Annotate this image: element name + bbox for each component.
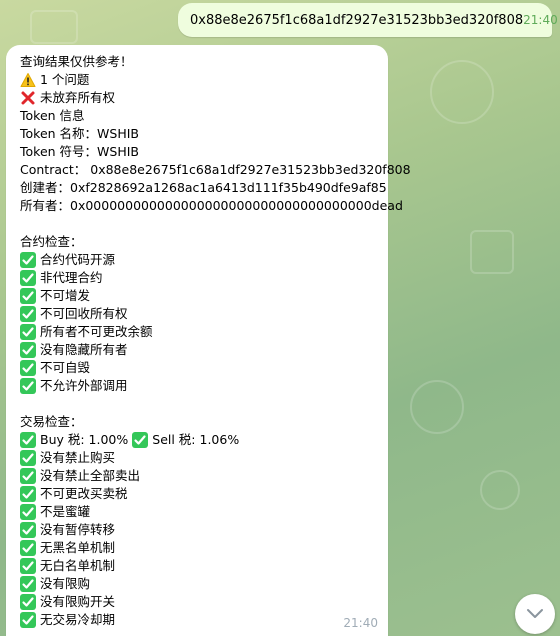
check-icon bbox=[20, 324, 36, 340]
check-icon bbox=[20, 432, 36, 448]
outgoing-message-text: 0x88e8e2675f1c68a1df2927e31523bb3ed320f8… bbox=[190, 12, 524, 28]
background-doodle bbox=[30, 10, 78, 44]
message-line-text: 不可自毁 bbox=[40, 360, 91, 375]
message-line: 没有禁止购买 bbox=[20, 449, 376, 467]
incoming-message[interactable]: 查询结果仅供参考！ 1 个问题未放弃所有权 Token 信息 Token 名称：WSH… bbox=[6, 45, 411, 636]
message-line-text: 不是蜜罐 bbox=[40, 504, 91, 519]
message-line: 无黑名单机制 bbox=[20, 539, 376, 557]
message-line-text: 无交易冷却期 bbox=[40, 612, 116, 627]
message-line: 非代理合约 bbox=[20, 269, 376, 287]
check-icon bbox=[20, 594, 36, 610]
message-line: 不允许外部调用 bbox=[20, 377, 376, 395]
check-icon bbox=[20, 576, 36, 592]
message-line-text: 查询结果仅供参考！ bbox=[20, 54, 133, 69]
message-line-text: 不可更改买卖税 bbox=[40, 486, 128, 501]
outgoing-message[interactable]: 0x88e8e2675f1c68a1df2927e31523bb3ed320f8… bbox=[178, 3, 558, 37]
message-line: 所有者：0x0000000000000000000000000000000000… bbox=[20, 197, 403, 215]
message-line: 所有者不可更改余额 bbox=[20, 323, 376, 341]
message-line: 不可更改买卖税 bbox=[20, 485, 376, 503]
message-line-text: 无白名单机制 bbox=[40, 558, 116, 573]
message-line-text: 未放弃所有权 bbox=[40, 90, 116, 105]
message-line-text: 没有禁止购买 bbox=[40, 450, 116, 465]
outgoing-message-meta: 21:40 bbox=[523, 13, 560, 27]
message-line: Contract： 0x88e8e2675f1c68a1df2927e31523… bbox=[20, 161, 411, 179]
check-icon bbox=[20, 450, 36, 466]
message-line: 不可回收所有权 bbox=[20, 305, 376, 323]
check-icon bbox=[20, 522, 36, 538]
chevron-down-icon bbox=[527, 609, 543, 618]
message-line-text: 1 个问题 bbox=[40, 72, 90, 87]
cross-icon bbox=[20, 90, 36, 106]
message-line: 不是蜜罐 bbox=[20, 503, 376, 521]
message-line-text: Token 名称：WSHIB bbox=[20, 126, 139, 141]
message-line: 无白名单机制 bbox=[20, 557, 376, 575]
message-line-text: 非代理合约 bbox=[40, 270, 103, 285]
message-line-text: 所有者：0x0000000000000000000000000000000000… bbox=[20, 198, 403, 213]
message-line: 合约检查： bbox=[20, 233, 376, 251]
scroll-to-bottom-button[interactable] bbox=[515, 594, 555, 634]
message-line bbox=[20, 215, 376, 233]
message-line: 不可自毁 bbox=[20, 359, 376, 377]
message-line-text: Token 信息 bbox=[20, 108, 85, 123]
warning-icon bbox=[20, 72, 36, 88]
incoming-message-time: 21:40 bbox=[343, 616, 378, 630]
message-line: 交易检查： bbox=[20, 413, 376, 431]
message-line: Buy 税: 1.00% Sell 税: 1.06% bbox=[20, 431, 376, 449]
message-line-text: 合约代码开源 bbox=[40, 252, 116, 267]
check-icon bbox=[20, 270, 36, 286]
message-line-text: 合约检查： bbox=[20, 234, 83, 249]
message-line-text: Contract： 0x88e8e2675f1c68a1df2927e31523… bbox=[20, 162, 411, 177]
message-line-text: 交易检查： bbox=[20, 414, 83, 429]
message-line-text: 没有限购开关 bbox=[40, 594, 116, 609]
message-line: 没有隐藏所有者 bbox=[20, 341, 376, 359]
check-icon bbox=[20, 360, 36, 376]
check-icon bbox=[20, 342, 36, 358]
message-line: 没有禁止全部卖出 bbox=[20, 467, 376, 485]
message-line-text: 没有隐藏所有者 bbox=[40, 342, 128, 357]
message-line-text: 所有者不可更改余额 bbox=[40, 324, 153, 339]
message-line-text: 没有限购 bbox=[40, 576, 91, 591]
message-line: 没有限购开关 bbox=[20, 593, 376, 611]
check-icon bbox=[20, 504, 36, 520]
check-icon bbox=[20, 468, 36, 484]
check-icon bbox=[132, 432, 149, 448]
check-icon bbox=[20, 558, 36, 574]
background-doodle bbox=[470, 230, 514, 274]
check-icon bbox=[20, 540, 36, 556]
message-line: 查询结果仅供参考！ bbox=[20, 53, 376, 71]
check-icon bbox=[20, 612, 36, 628]
background-doodle bbox=[410, 380, 464, 434]
outgoing-message-time: 21:40 bbox=[523, 13, 558, 27]
message-line-text: 无黑名单机制 bbox=[40, 540, 116, 555]
check-icon bbox=[20, 486, 36, 502]
message-line-text: 不允许外部调用 bbox=[40, 378, 128, 393]
background-doodle bbox=[480, 470, 520, 510]
message-line: 创建者：0xf2828692a1268ac1a6413d111f35b490df… bbox=[20, 179, 387, 197]
message-line: 没有暂停转移 bbox=[20, 521, 376, 539]
message-line-text: 不可回收所有权 bbox=[40, 306, 128, 321]
message-line: Token 名称：WSHIB bbox=[20, 125, 376, 143]
message-line: Token 符号：WSHIB bbox=[20, 143, 376, 161]
message-line-text: Sell 税: 1.06% bbox=[152, 432, 240, 447]
message-line: Token 信息 bbox=[20, 107, 376, 125]
message-line: 合约代码开源 bbox=[20, 251, 376, 269]
message-line bbox=[20, 395, 376, 413]
check-icon bbox=[20, 252, 36, 268]
check-icon bbox=[20, 378, 36, 394]
check-icon bbox=[20, 288, 36, 304]
message-line: 未放弃所有权 bbox=[20, 89, 376, 107]
message-line: 没有限购 bbox=[20, 575, 376, 593]
message-line-text: 不可增发 bbox=[40, 288, 91, 303]
message-line: 不可增发 bbox=[20, 287, 376, 305]
message-line: 无交易冷却期 bbox=[20, 611, 376, 629]
message-line-text: Buy 税: 1.00% bbox=[40, 432, 129, 447]
check-icon bbox=[20, 306, 36, 322]
message-line: 1 个问题 bbox=[20, 71, 376, 89]
message-line-text: 没有暂停转移 bbox=[40, 522, 116, 537]
message-line-text: 创建者：0xf2828692a1268ac1a6413d111f35b490df… bbox=[20, 180, 387, 195]
background-doodle bbox=[430, 60, 494, 124]
message-line-text: Token 符号：WSHIB bbox=[20, 144, 139, 159]
message-body: 查询结果仅供参考！ 1 个问题未放弃所有权 Token 信息 Token 名称：WSH… bbox=[20, 53, 411, 629]
message-line-text: 没有禁止全部卖出 bbox=[40, 468, 141, 483]
